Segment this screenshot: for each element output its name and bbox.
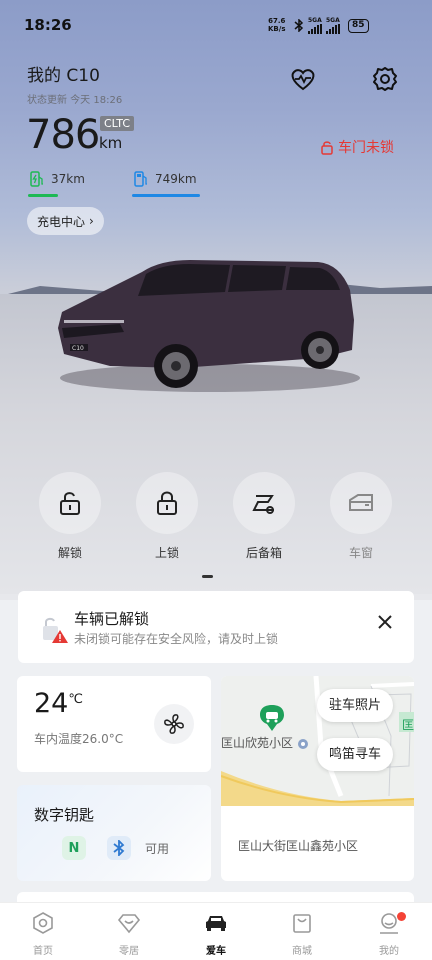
digital-key-status: 可用 — [145, 842, 170, 856]
chevron-right-icon: › — [89, 214, 94, 228]
unlock-warning-icon — [43, 617, 68, 643]
map-edge-label: 匡 — [402, 718, 414, 732]
door-status[interactable]: 车门未锁 — [320, 137, 394, 157]
plate-label: C10 — [72, 345, 84, 352]
climate-fan-button[interactable] — [154, 704, 194, 744]
trunk-label: 后备箱 — [245, 546, 282, 560]
vehicle-name: 我的 C10 — [27, 66, 100, 86]
home-icon — [33, 912, 53, 934]
heart-rate-icon[interactable] — [288, 64, 318, 94]
fuel-range: 749km — [132, 170, 197, 188]
signal-sim1: 5GA — [308, 17, 322, 34]
map-poi-label: 匡山欣苑小区 — [221, 734, 309, 751]
alert-message: 未闭锁可能存在安全风险，请及时上锁 — [74, 632, 279, 646]
net-speed: 67.6 KB/s — [268, 17, 286, 33]
unlock-label: 解锁 — [57, 546, 82, 560]
alert-title: 车辆已解锁 — [74, 610, 150, 628]
charge-center-button[interactable]: 充电中心 › — [27, 207, 104, 235]
car-icon — [206, 916, 226, 931]
status-icons: 5GA 5GA 85 — [294, 17, 369, 34]
window-label: 车窗 — [348, 546, 373, 560]
unlock-icon — [60, 492, 80, 515]
fuel-range-bar — [132, 194, 200, 197]
fuel-range-value: 749km — [155, 172, 197, 186]
electric-range-value: 37km — [51, 172, 85, 186]
trunk-icon — [252, 495, 274, 514]
digital-key-card[interactable]: 数字钥匙 N 可用 — [17, 785, 211, 881]
vehicle-image: C10 — [58, 260, 360, 392]
shopping-bag-icon — [293, 914, 311, 933]
digital-key-title: 数字钥匙 — [34, 806, 95, 824]
inside-temperature: 车内温度26.0°C — [34, 732, 124, 746]
range-value: 786 — [26, 112, 100, 158]
signal-sim2: 5GA — [326, 17, 340, 34]
parking-map-card[interactable]: 匡山欣苑小区 匡 驻车照片 鸣笛寻车 匡山大街匡山鑫苑小区 — [221, 676, 414, 881]
status-bar: 18:26 67.6 KB/s 5GA 5GA 85 — [0, 0, 432, 50]
page-indicator — [202, 575, 213, 578]
close-icon[interactable] — [374, 611, 396, 633]
nfc-icon: N — [62, 836, 86, 860]
range-unit: km — [99, 134, 123, 152]
parking-map[interactable]: 匡山欣苑小区 匡 驻车照片 鸣笛寻车 — [221, 676, 414, 806]
charging-pile-icon — [30, 171, 43, 187]
update-status: 状态更新 今天 18:26 — [27, 95, 123, 106]
honk-find-car-button[interactable]: 鸣笛寻车 — [317, 738, 394, 771]
electric-range-bar — [28, 194, 58, 197]
window-icon — [349, 494, 373, 511]
trunk-control[interactable]: 后备箱 — [232, 472, 296, 561]
tab-home[interactable]: 首页 — [13, 911, 73, 957]
climate-card[interactable]: 24℃ 车内温度26.0°C — [17, 676, 211, 772]
window-control[interactable]: 车窗 — [329, 472, 393, 561]
parking-address: 匡山大街匡山鑫苑小区 — [238, 839, 359, 853]
lock-icon — [157, 491, 177, 515]
tab-community[interactable]: 零居 — [99, 911, 159, 957]
unlock-alert-card: 车辆已解锁 未闭锁可能存在安全风险，请及时上锁 — [18, 591, 414, 663]
heart-diamond-icon — [117, 914, 141, 934]
tab-mall[interactable]: 商城 — [272, 911, 332, 957]
range-standard-badge: CLTC — [100, 116, 135, 131]
bluetooth-key-icon — [107, 836, 131, 860]
temperature-value: 24℃ — [34, 688, 83, 719]
door-unlocked-icon — [321, 140, 333, 155]
lock-label: 上锁 — [154, 546, 179, 560]
notification-dot — [397, 912, 406, 921]
vehicle-hero: 18:26 67.6 KB/s 5GA 5GA 85 我的 C10 状态更新 今… — [0, 0, 432, 600]
bluetooth-icon — [294, 19, 304, 32]
electric-range: 37km — [28, 170, 85, 188]
tab-profile[interactable]: 我的 — [359, 911, 419, 957]
settings-gear-icon[interactable] — [370, 64, 400, 94]
bottom-tab-bar: 首页 零居 爱车 商城 我的 — [0, 902, 432, 960]
parking-photo-button[interactable]: 驻车照片 — [317, 689, 394, 722]
status-time: 18:26 — [24, 16, 72, 34]
fuel-pump-icon — [134, 171, 147, 187]
fan-icon — [164, 714, 184, 734]
battery-indicator: 85 — [348, 18, 369, 33]
door-status-label: 车门未锁 — [338, 140, 394, 156]
lock-control[interactable]: 上锁 — [135, 472, 199, 561]
poi-marker-icon — [297, 738, 308, 749]
tab-my-car[interactable]: 爱车 — [186, 911, 246, 957]
location-pin-icon — [260, 705, 284, 731]
unlock-control[interactable]: 解锁 — [38, 472, 102, 561]
